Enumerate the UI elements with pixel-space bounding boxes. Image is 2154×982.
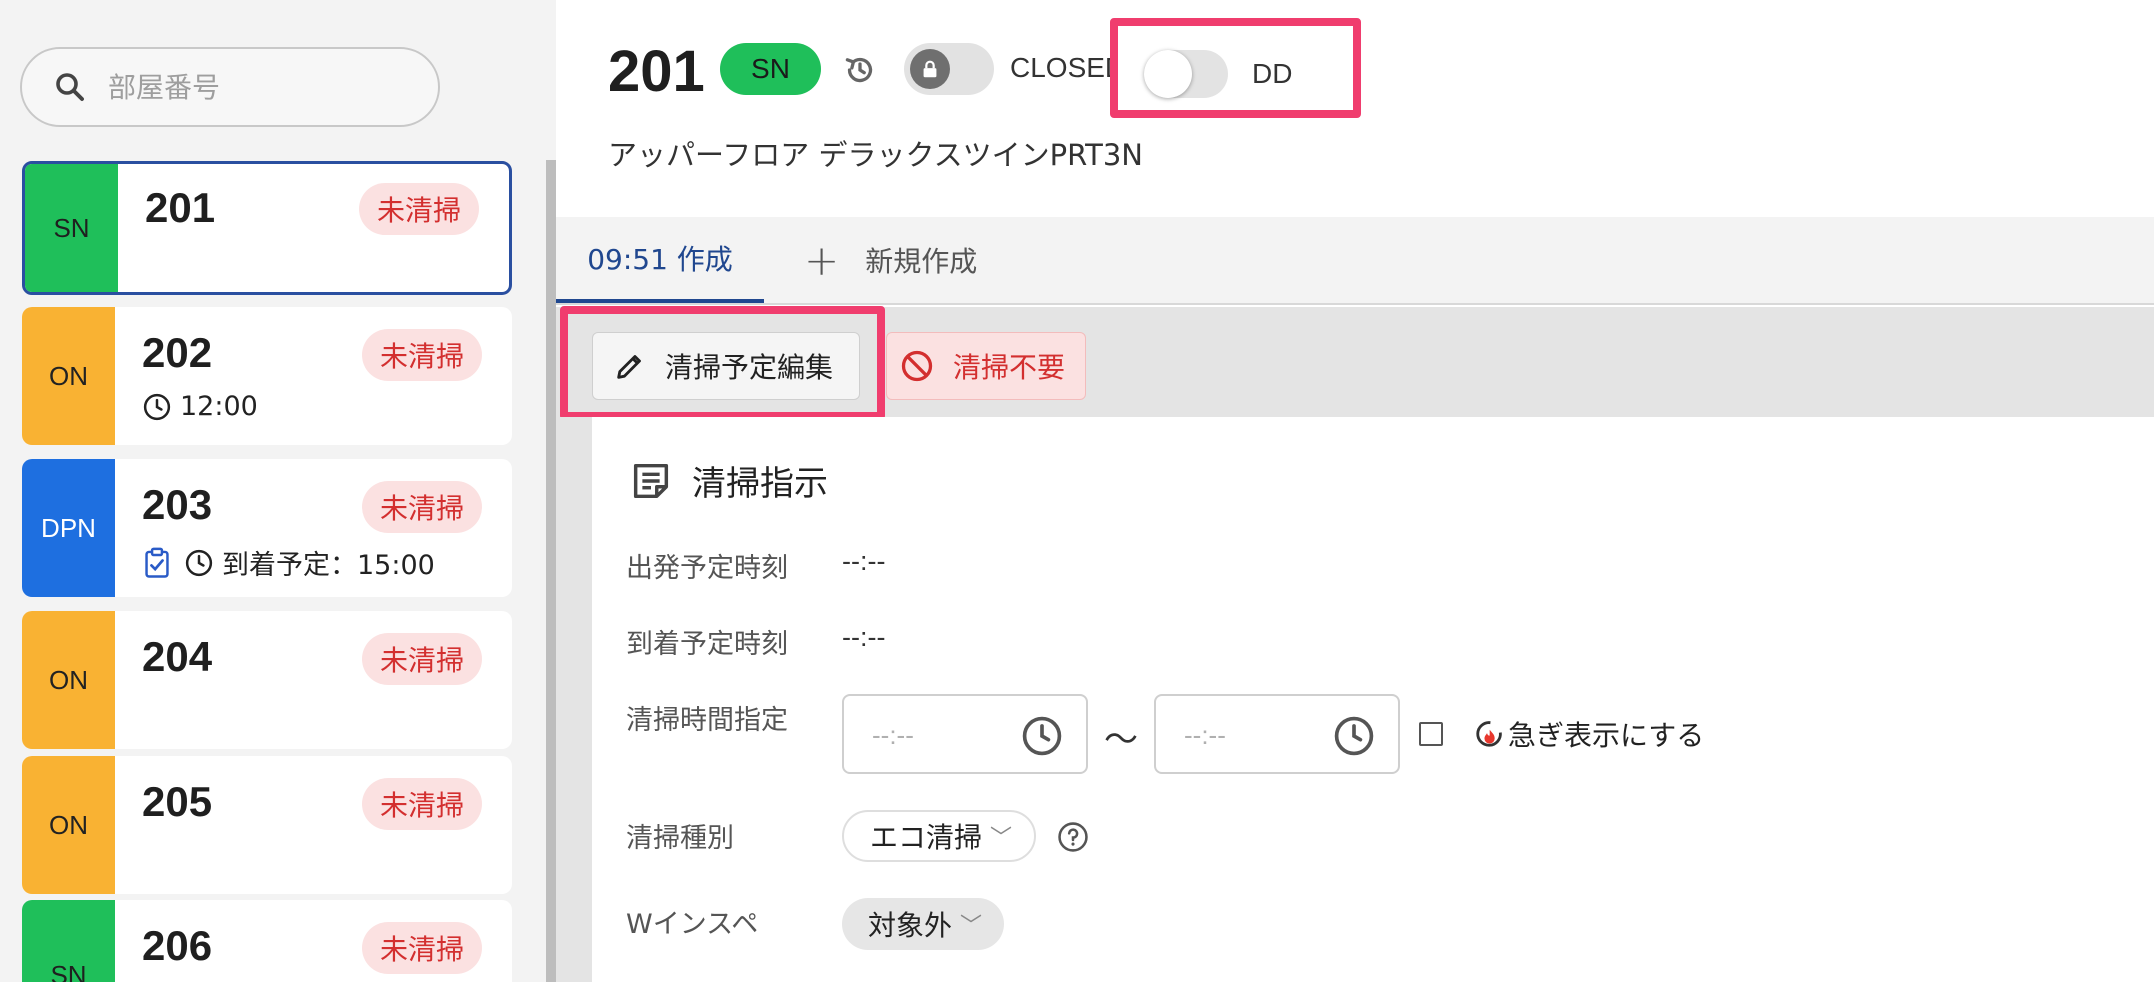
w-inspect-label: Wインスペ [626, 909, 759, 940]
no-cleaning-needed-button[interactable]: 清掃不要 [886, 332, 1086, 400]
room-type-tag: ON [22, 756, 115, 894]
time-from-input[interactable]: --:-- [842, 694, 1088, 774]
room-number: 203 [142, 481, 213, 528]
room-number: 201 [145, 184, 216, 231]
tab-created[interactable]: 09:51 作成 [556, 217, 764, 303]
chevron-down-icon: ﹀ [960, 914, 983, 939]
tab-new-label: 新規作成 [865, 245, 978, 278]
arrival-time-text: 到着予定：15:00 [222, 550, 435, 581]
time-from-placeholder: --:-- [872, 720, 914, 750]
room-card-206[interactable]: SN 206 未清掃 [22, 900, 512, 982]
status-badge: 未清掃 [361, 633, 482, 685]
clock-icon[interactable] [1020, 714, 1064, 758]
dd-toggle-knob [1144, 50, 1192, 98]
checkout-time-text: 12:00 [180, 391, 258, 422]
time-to-input[interactable]: --:-- [1154, 694, 1400, 774]
time-spec-label: 清掃時間指定 [626, 705, 788, 736]
urgent-label[interactable]: 急ぎ表示にする [1472, 714, 1704, 754]
closed-label: CLOSED [1010, 52, 1116, 83]
clock-icon [185, 549, 213, 576]
no-clean-label: 清掃不要 [953, 351, 1066, 384]
lock-toggle-knob [910, 49, 950, 89]
clock-icon[interactable] [1332, 714, 1376, 758]
room-number: 205 [142, 778, 213, 825]
tab-created-label: 09:51 作成 [587, 243, 733, 276]
room-list-sidebar: SN 201 未清掃 ON 202 未清掃 12:00 DPN 203 未清掃 [0, 0, 556, 982]
sidebar-scrollbar[interactable] [546, 160, 556, 982]
urgent-fire-icon [1476, 721, 1502, 747]
dd-toggle[interactable] [1144, 50, 1228, 98]
room-checkout-time: 12:00 [142, 391, 258, 422]
lock-toggle[interactable] [904, 43, 994, 95]
room-search[interactable] [20, 47, 440, 127]
search-input[interactable] [108, 70, 408, 104]
clean-type-select[interactable]: エコ清掃 ﹀ [842, 810, 1037, 862]
room-number: 204 [142, 633, 213, 680]
time-range-separator: 〜 [1104, 720, 1138, 760]
clipboard-check-icon [145, 547, 169, 578]
chevron-down-icon: ﹀ [990, 826, 1013, 851]
room-arrival-info: 到着予定：15:00 [142, 543, 435, 582]
urgent-label-text: 急ぎ表示にする [1508, 719, 1705, 752]
lock-icon [923, 60, 937, 78]
time-to-placeholder: --:-- [1184, 720, 1226, 750]
prohibited-icon [901, 350, 933, 382]
room-card-204[interactable]: ON 204 未清掃 [22, 611, 512, 749]
history-icon[interactable] [842, 52, 878, 88]
dd-label: DD [1252, 58, 1293, 89]
room-card-201[interactable]: SN 201 未清掃 [22, 161, 512, 295]
departure-label: 出発予定時刻 [626, 553, 788, 584]
section-title-text: 清掃指示 [692, 464, 828, 504]
arrival-label: 到着予定時刻 [626, 629, 788, 660]
status-badge: 未清掃 [361, 778, 482, 830]
room-type-badge: SN [720, 43, 821, 95]
cleaning-tabs: 09:51 作成 + 新規作成 [556, 217, 2154, 305]
room-card-203[interactable]: DPN 203 未清掃 到着予定：15:00 [22, 459, 512, 597]
room-card-205[interactable]: ON 205 未清掃 [22, 756, 512, 894]
arrival-value: --:-- [842, 622, 886, 652]
status-badge: 未清掃 [358, 183, 479, 235]
status-badge: 未清掃 [361, 329, 482, 381]
room-type-tag: SN [25, 164, 118, 292]
dd-toggle-highlight: DD [1110, 18, 1361, 118]
edit-button-highlight [560, 306, 885, 420]
status-badge: 未清掃 [361, 481, 482, 533]
tab-new[interactable]: + 新規作成 [804, 217, 977, 303]
status-badge: 未清掃 [361, 922, 482, 974]
room-type-name: アッパーフロア デラックスツインPRT3N [608, 138, 1143, 172]
room-type-tag: ON [22, 307, 115, 445]
instructions-section-title: 清掃指示 [628, 456, 828, 505]
plus-icon: + [804, 235, 840, 285]
w-inspect-select[interactable]: 対象外 ﹀ [842, 898, 1005, 950]
clean-type-value: エコ清掃 [870, 821, 983, 854]
room-card-202[interactable]: ON 202 未清掃 12:00 [22, 307, 512, 445]
room-type-tag: DPN [22, 459, 115, 597]
room-type-tag: ON [22, 611, 115, 749]
clean-type-label: 清掃種別 [626, 823, 734, 854]
room-title: 201 [608, 39, 705, 104]
departure-value: --:-- [842, 546, 886, 576]
room-number: 202 [142, 329, 213, 376]
panel-margin [556, 417, 592, 982]
clock-icon [143, 393, 171, 420]
w-inspect-value: 対象外 [868, 909, 953, 942]
urgent-checkbox[interactable] [1419, 722, 1443, 746]
room-number: 206 [142, 922, 213, 969]
help-icon[interactable] [1056, 820, 1090, 854]
room-type-tag: SN [22, 900, 115, 982]
search-icon [56, 73, 84, 101]
notes-icon [633, 463, 669, 498]
